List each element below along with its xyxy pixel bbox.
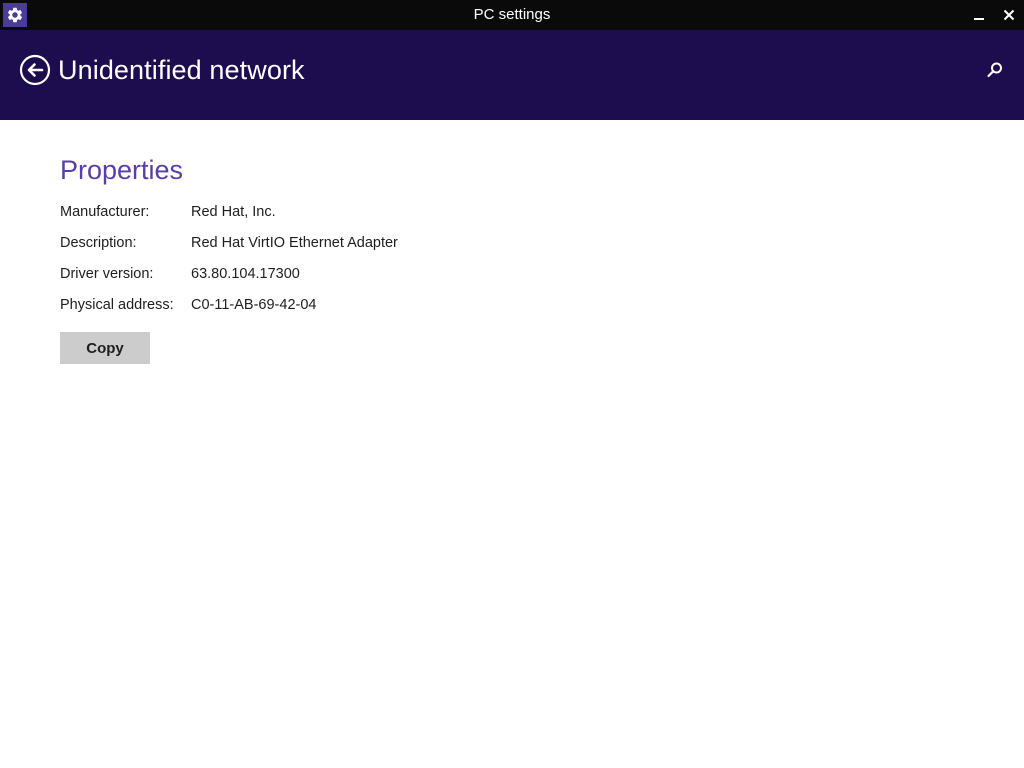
page-title: Unidentified network (58, 55, 305, 85)
minimize-icon (974, 18, 984, 20)
minimize-button[interactable] (964, 0, 994, 30)
section-title: Properties (60, 155, 184, 185)
back-button[interactable] (19, 54, 51, 86)
property-row-driver-version: Driver version: 63.80.104.17300 (60, 266, 960, 297)
search-icon (987, 62, 1002, 78)
close-icon (1003, 9, 1015, 21)
property-row-physical-address: Physical address: C0-11-AB-69-42-04 (60, 297, 960, 328)
property-value: 63.80.104.17300 (191, 266, 300, 282)
property-value: Red Hat, Inc. (191, 204, 276, 220)
property-label: Manufacturer: (60, 204, 150, 220)
search-button[interactable] (983, 58, 1007, 82)
window-titlebar: PC settings (0, 0, 1024, 30)
close-button[interactable] (994, 0, 1024, 30)
copy-button[interactable]: Copy (60, 332, 150, 364)
property-label: Description: (60, 235, 137, 251)
property-value: C0-11-AB-69-42-04 (191, 297, 317, 313)
property-row-description: Description: Red Hat VirtIO Ethernet Ada… (60, 235, 960, 266)
back-arrow-icon (19, 54, 51, 86)
main-content: Properties Manufacturer: Red Hat, Inc. D… (60, 150, 960, 364)
property-label: Physical address: (60, 297, 174, 313)
page-header: Unidentified network (0, 30, 1024, 120)
property-row-manufacturer: Manufacturer: Red Hat, Inc. (60, 204, 960, 235)
property-value: Red Hat VirtIO Ethernet Adapter (191, 235, 398, 251)
property-label: Driver version: (60, 266, 154, 282)
window-title: PC settings (473, 6, 551, 23)
properties-list: Manufacturer: Red Hat, Inc. Description:… (60, 204, 960, 328)
